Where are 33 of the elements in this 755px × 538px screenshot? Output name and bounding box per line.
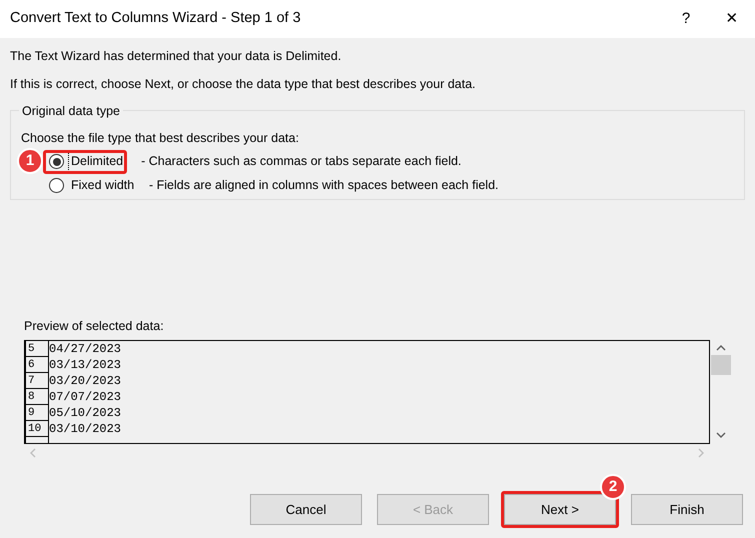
dialog-button[interactable]: Finish bbox=[631, 494, 743, 525]
option-description: - Fields are aligned in columns with spaces between each field. bbox=[149, 177, 498, 194]
row-number: 9 bbox=[25, 405, 49, 421]
row-number: 5 bbox=[25, 341, 49, 357]
preview-text: 05/10/2023 bbox=[49, 405, 122, 421]
scroll-up-icon[interactable] bbox=[716, 345, 726, 351]
dialog-button[interactable]: Cancel bbox=[250, 494, 362, 525]
preview-text: 03/10/2023 bbox=[49, 421, 122, 437]
radio-button[interactable] bbox=[49, 178, 64, 194]
row-number: 10 bbox=[25, 421, 49, 437]
row-number: 6 bbox=[25, 357, 49, 373]
callout-badge: 2 bbox=[600, 474, 626, 500]
row-number: 8 bbox=[25, 389, 49, 405]
option-description: - Characters such as commas or tabs separate each field. bbox=[141, 153, 462, 170]
preview-text: 07/07/2023 bbox=[49, 389, 122, 405]
option-label[interactable]: Fixed width bbox=[69, 176, 149, 196]
callout-badge: 1 bbox=[17, 148, 43, 174]
intro-text: If this is correct, choose Next, or choose the data type that best describes your data. bbox=[10, 76, 477, 92]
preview-text: 04/27/2023 bbox=[49, 341, 122, 357]
intro-text: The Text Wizard has determined that your data is Delimited. bbox=[10, 48, 342, 64]
help-button[interactable]: ? bbox=[663, 0, 709, 38]
close-button[interactable]: ✕ bbox=[709, 0, 755, 38]
option-label[interactable]: Delimited bbox=[69, 152, 126, 172]
preview-label: Preview of selected data: bbox=[24, 318, 165, 334]
dialog-button[interactable]: Next > bbox=[504, 494, 616, 525]
preview-text: 03/13/2023 bbox=[49, 357, 122, 373]
scroll-down-icon[interactable] bbox=[716, 432, 726, 438]
radio-button[interactable] bbox=[49, 154, 64, 170]
preview-text: 03/20/2023 bbox=[49, 373, 122, 389]
prompt-text: Choose the file type that best describes your data: bbox=[21, 130, 300, 147]
row-number: 7 bbox=[25, 373, 49, 389]
window-title: Convert Text to Columns Wizard - Step 1 of 3 bbox=[10, 9, 302, 28]
scrollbar-thumb[interactable] bbox=[711, 355, 731, 375]
